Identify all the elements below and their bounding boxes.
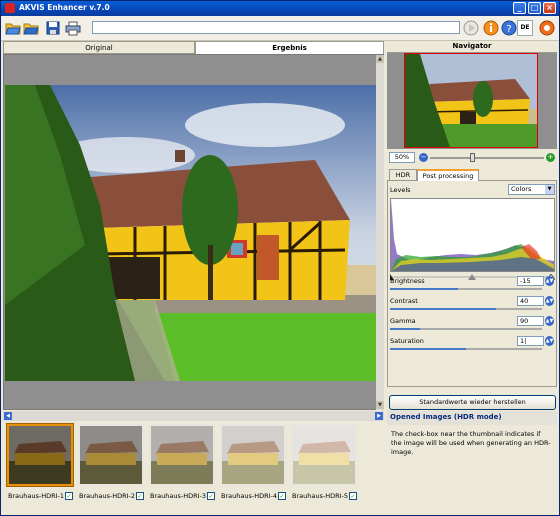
levels-label: Levels bbox=[390, 186, 411, 194]
open-folder-icon[interactable] bbox=[5, 20, 21, 36]
akvis-app-icon bbox=[5, 3, 15, 13]
thumbnail-checkbox[interactable]: ✓ bbox=[136, 492, 144, 500]
tab-original[interactable]: Original bbox=[3, 41, 195, 54]
print-icon[interactable] bbox=[65, 20, 81, 36]
thumbnail-image[interactable] bbox=[6, 423, 74, 487]
scroll-down-icon[interactable]: ▼ bbox=[376, 401, 384, 409]
thumbnail-checkbox[interactable]: ✓ bbox=[207, 492, 215, 500]
navigator-title: Navigator bbox=[387, 41, 557, 53]
thumbnail-image[interactable] bbox=[149, 424, 215, 486]
thumbnail-name: Brauhaus-HDRI-2 bbox=[79, 492, 135, 500]
thumbnail-name: Brauhaus-HDRI-5 bbox=[292, 492, 348, 500]
tab-post-processing[interactable]: Post processing bbox=[417, 169, 479, 181]
channel-value: Colors bbox=[511, 185, 532, 193]
gamma-spinner-icon[interactable]: ▲▼ bbox=[545, 316, 554, 326]
contrast-spinner-icon[interactable]: ▲▼ bbox=[545, 296, 554, 306]
window-title: AKVIS Enhancer v.7.0 bbox=[19, 3, 110, 12]
svg-text:?: ? bbox=[506, 24, 511, 35]
brightness-spinner-icon[interactable]: ▲▼ bbox=[545, 276, 554, 286]
scroll-left-icon[interactable]: ◀ bbox=[4, 412, 12, 420]
gamma-slider[interactable] bbox=[390, 328, 542, 330]
saturation-input[interactable]: 1| bbox=[517, 336, 544, 346]
zoom-in-icon[interactable]: + bbox=[546, 153, 555, 162]
maximize-button[interactable]: □ bbox=[528, 2, 541, 14]
gamma-label: Gamma bbox=[390, 317, 416, 325]
thumbnail-item[interactable]: Brauhaus-HDRI-3 ✓ bbox=[148, 424, 218, 502]
thumbnail-checkbox[interactable]: ✓ bbox=[278, 492, 286, 500]
brightness-slider[interactable] bbox=[390, 288, 542, 290]
contrast-input[interactable]: 40 bbox=[517, 296, 544, 306]
thumbnail-image[interactable] bbox=[78, 424, 144, 486]
chevron-down-icon[interactable]: ▼ bbox=[545, 185, 554, 194]
title-bar: AKVIS Enhancer v.7.0 _ □ × bbox=[1, 1, 559, 16]
akvis-logo-icon[interactable] bbox=[539, 20, 555, 36]
image-viewport[interactable]: ▲ ▼ bbox=[3, 54, 384, 410]
scroll-right-icon[interactable]: ▶ bbox=[375, 412, 383, 420]
tab-hdr[interactable]: HDR bbox=[389, 169, 417, 181]
post-processing-panel: Levels Colors ▼ Brightness -15 ▲▼ Contra… bbox=[386, 181, 557, 387]
thumbnail-image[interactable] bbox=[291, 424, 357, 486]
result-image bbox=[5, 85, 376, 381]
progress-bar bbox=[92, 21, 460, 34]
save-icon[interactable] bbox=[45, 20, 61, 36]
scroll-up-icon[interactable]: ▲ bbox=[376, 55, 384, 63]
saturation-slider[interactable] bbox=[390, 348, 542, 350]
thumbnail-name: Brauhaus-HDRI-1 bbox=[8, 492, 64, 500]
brightness-label: Brightness bbox=[390, 277, 425, 285]
thumbnail-item[interactable]: Brauhaus-HDRI-2 ✓ bbox=[77, 424, 147, 502]
info-icon[interactable] bbox=[483, 20, 499, 36]
thumbnail-scrollbar[interactable]: ◀ ▶ bbox=[3, 411, 384, 421]
gamma-row: Gamma 90 ▲▼ bbox=[390, 316, 555, 337]
histogram bbox=[390, 198, 555, 272]
language-button[interactable]: DE bbox=[517, 20, 533, 36]
help-icon[interactable]: ? bbox=[501, 20, 517, 36]
view-tabs: Original Ergebnis bbox=[3, 41, 384, 54]
brightness-input[interactable]: -15 bbox=[517, 276, 544, 286]
contrast-row: Contrast 40 ▲▼ bbox=[390, 296, 555, 317]
zoom-row: 50% − + bbox=[387, 151, 557, 164]
thumbnail-checkbox[interactable]: ✓ bbox=[349, 492, 357, 500]
zoom-slider-thumb[interactable] bbox=[470, 153, 475, 162]
close-button[interactable]: × bbox=[543, 2, 556, 14]
thumbnail-item[interactable]: Brauhaus-HDRI-5 ✓ bbox=[290, 424, 360, 502]
open-folder-hdr-icon[interactable] bbox=[23, 20, 39, 36]
run-icon[interactable] bbox=[463, 20, 479, 36]
navigator-viewport-frame[interactable] bbox=[404, 53, 538, 148]
minimize-button[interactable]: _ bbox=[513, 2, 526, 14]
navigator-preview[interactable] bbox=[387, 53, 557, 149]
thumbnail-item[interactable]: Brauhaus-HDRI-1 ✓ bbox=[6, 423, 76, 502]
channel-select[interactable]: Colors ▼ bbox=[508, 184, 555, 195]
brightness-row: Brightness -15 ▲▼ bbox=[390, 276, 555, 297]
zoom-slider[interactable] bbox=[430, 157, 544, 159]
thumbnail-name: Brauhaus-HDRI-4 bbox=[221, 492, 277, 500]
tab-ergebnis[interactable]: Ergebnis bbox=[195, 41, 384, 54]
info-text: The check-box near the thumbnail indicat… bbox=[391, 430, 551, 456]
toolbar: ? DE bbox=[1, 16, 559, 41]
gamma-input[interactable]: 90 bbox=[517, 316, 544, 326]
thumbnail-name: Brauhaus-HDRI-3 bbox=[150, 492, 206, 500]
saturation-label: Saturation bbox=[390, 337, 424, 345]
saturation-row: Saturation 1| ▲▼ bbox=[390, 336, 555, 357]
thumbnail-image[interactable] bbox=[220, 424, 286, 486]
info-title: Opened Images (HDR mode) bbox=[387, 411, 557, 425]
contrast-slider[interactable] bbox=[390, 308, 542, 310]
reset-defaults-button[interactable]: Standardwerte wieder herstellen bbox=[389, 395, 556, 410]
thumbnail-checkbox[interactable]: ✓ bbox=[65, 492, 73, 500]
vertical-scrollbar[interactable]: ▲ ▼ bbox=[376, 55, 384, 410]
contrast-label: Contrast bbox=[390, 297, 418, 305]
saturation-spinner-icon[interactable]: ▲▼ bbox=[545, 336, 554, 346]
zoom-value[interactable]: 50% bbox=[389, 152, 415, 163]
app-window: AKVIS Enhancer v.7.0 _ □ × ? DE Original… bbox=[0, 0, 560, 516]
zoom-out-icon[interactable]: − bbox=[419, 153, 428, 162]
panel-tabs: HDR Post processing bbox=[387, 169, 557, 181]
thumbnail-item[interactable]: Brauhaus-HDRI-4 ✓ bbox=[219, 424, 289, 502]
thumbnail-strip: Brauhaus-HDRI-1 ✓ Brauhaus-HDRI-2 ✓ Brau… bbox=[3, 422, 384, 514]
